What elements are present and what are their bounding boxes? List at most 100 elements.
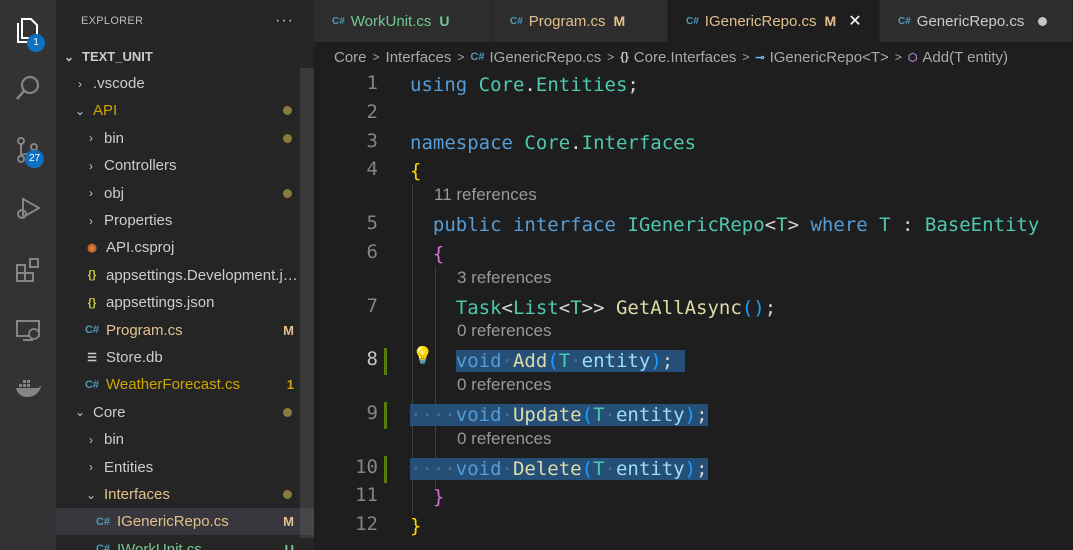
breadcrumb-method[interactable]: Add(T entity) (922, 49, 1008, 66)
tab-label: GenericRepo.cs (916, 12, 1025, 30)
tree-file[interactable]: ☰ Store.db (56, 344, 314, 371)
editor-tab[interactable]: C# WorkUnit.cs U (314, 0, 492, 42)
tree-folder[interactable]: › bin (56, 125, 314, 152)
scm-badge: 27 (25, 150, 45, 168)
line-number: 6 (366, 241, 378, 263)
chevron-right-icon: › (78, 76, 82, 91)
tree-item-label: Core (93, 403, 126, 421)
git-change-indicator (384, 402, 387, 429)
code-line-8: void·Add(T·entity); (410, 348, 685, 375)
modified-dot-icon (283, 490, 292, 499)
tree-item-label: IWorkUnit.cs (117, 540, 202, 550)
more-actions-icon[interactable]: ··· (275, 12, 294, 30)
breadcrumb-namespace[interactable]: Core.Interfaces (634, 49, 737, 66)
docker-icon[interactable] (0, 362, 56, 414)
chevron-right-icon: › (89, 158, 93, 173)
line-number: 8 (366, 348, 378, 370)
csharp-file-icon: C# (898, 15, 911, 27)
editor-tab[interactable]: C# Program.cs M (492, 0, 668, 42)
tree-item-label: obj (104, 184, 125, 202)
tree-file[interactable]: ◉ API.csproj (56, 234, 314, 261)
tree-folder[interactable]: › Entities (56, 454, 314, 481)
modified-dot-icon (283, 407, 292, 417)
line-number: 5 (366, 212, 378, 234)
tree-item-label: IGenericRepo.cs (117, 513, 229, 531)
tree-item-label: Controllers (104, 157, 177, 175)
json-file-icon: {} (87, 269, 97, 282)
source-control-icon[interactable]: 27 (0, 124, 56, 176)
code-editor[interactable]: 1 2 3 4 5 6 7 8 9 10 11 12 💡 using Core.… (314, 72, 1073, 550)
codelens-references[interactable]: 0 references (457, 429, 552, 449)
git-status-badge: M (283, 514, 294, 530)
breadcrumb-core[interactable]: Core (334, 49, 367, 66)
unsaved-dot-icon[interactable] (1038, 16, 1048, 26)
codelens-references[interactable]: 0 references (457, 375, 552, 395)
tree-item-label: Store.db (106, 349, 163, 366)
codelens-references[interactable]: 11 references (434, 185, 537, 205)
tree-item-label: API.csproj (106, 239, 175, 257)
run-debug-icon[interactable] (0, 182, 56, 234)
line-number: 2 (366, 101, 378, 123)
csharp-file-icon: C# (470, 51, 485, 63)
tree-folder[interactable]: ⌄ API (56, 97, 314, 124)
code-line-4: { (410, 160, 422, 182)
chevron-down-icon: ⌄ (63, 49, 75, 64)
breadcrumb-interface[interactable]: IGenericRepo<T> (770, 49, 889, 66)
csharp-file-icon: C# (332, 15, 345, 27)
modified-dot-icon (283, 106, 292, 116)
code-line-1: using Core.Entities; (410, 74, 639, 96)
chevron-down-icon: ⌄ (74, 405, 86, 420)
codelens-references[interactable]: 3 references (457, 268, 552, 288)
modified-dot-icon (283, 188, 292, 198)
tree-folder[interactable]: › bin (56, 426, 314, 453)
editor-tab[interactable]: C# IGenericRepo.cs M ✕ (668, 0, 880, 42)
tree-folder[interactable]: ⌄ Interfaces (56, 481, 314, 508)
editor-area: C# WorkUnit.cs U C# Program.cs M C# IGenericRep… (314, 0, 1073, 550)
tab-git-status: U (439, 13, 450, 29)
tree-file[interactable]: C# IGenericRepo.cs M (56, 508, 314, 536)
activity-bar: 1 27 (0, 0, 56, 550)
tree-item-label: appsettings.json (106, 294, 215, 312)
breadcrumb-file[interactable]: IGenericRepo.cs (489, 49, 601, 66)
tree-folder[interactable]: › obj (56, 180, 314, 207)
git-status-badge: U (284, 541, 294, 550)
breadcrumb-interfaces[interactable]: Interfaces (386, 49, 452, 66)
close-icon[interactable]: ✕ (848, 11, 861, 31)
explorer-badge: 1 (27, 34, 45, 52)
code-line-9: ····void·Update(T·entity); (410, 404, 708, 426)
codelens-references[interactable]: 0 references (457, 321, 552, 341)
sidebar-scrollbar[interactable] (300, 68, 314, 538)
tab-bar: C# WorkUnit.cs U C# Program.cs M C# IGenericRep… (314, 0, 1073, 42)
tab-label: IGenericRepo.cs (704, 12, 817, 30)
extensions-icon[interactable] (0, 244, 56, 296)
interface-icon: ⊸ (755, 51, 765, 64)
tree-item-label: .vscode (93, 75, 145, 92)
remote-explorer-icon[interactable] (0, 304, 56, 356)
explorer-icon[interactable]: 1 (0, 4, 56, 56)
tree-folder[interactable]: › .vscode (56, 70, 314, 97)
tree-file[interactable]: C# WeatherForecast.cs 1 (56, 371, 314, 398)
tree-item-label: Entities (104, 458, 154, 476)
workspace-root[interactable]: ⌄ TEXT_UNIT (56, 43, 314, 70)
tree-file[interactable]: C# Program.cs M (56, 317, 314, 344)
editor-tab[interactable]: C# GenericRepo.cs (880, 0, 1073, 42)
tree-file[interactable]: {} appsettings.json (56, 289, 314, 316)
search-icon[interactable] (0, 62, 56, 114)
git-status-badge: M (283, 322, 294, 338)
breadcrumb: Core > Interfaces > C# IGenericRepo.cs >… (314, 42, 1073, 72)
tree-folder[interactable]: ⌄ Core (56, 399, 314, 426)
tab-git-status: M (824, 13, 837, 29)
chevron-down-icon: ⌄ (74, 103, 86, 118)
tree-file[interactable]: C# IWorkUnit.cs U (56, 536, 314, 550)
line-number: 12 (355, 513, 378, 535)
tree-item-label: Program.cs (106, 321, 183, 339)
chevron-right-icon: > (607, 50, 615, 64)
tree-folder[interactable]: › Controllers (56, 152, 314, 179)
code-line-5: public interface IGenericRepo<T> where T… (432, 214, 1040, 236)
explorer-sidebar: EXPLORER ··· ⌄ TEXT_UNIT › .vscode ⌄ API › bi… (56, 0, 314, 550)
tree-file[interactable]: {} appsettings.Development.json (56, 262, 314, 289)
tree-item-label: API (93, 102, 118, 120)
csharp-file-icon: C# (95, 543, 111, 550)
line-number: 7 (366, 295, 378, 317)
tree-folder[interactable]: › Properties (56, 207, 314, 234)
